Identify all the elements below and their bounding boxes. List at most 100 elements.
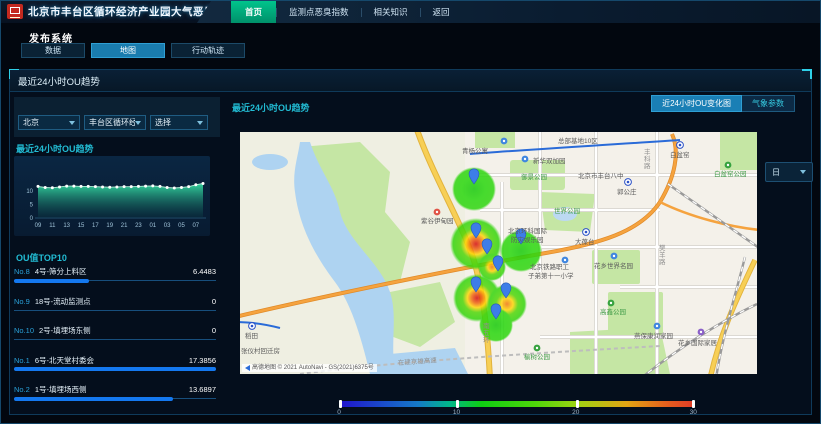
map-label: 稻田 <box>245 331 258 340</box>
nav-item-home[interactable]: 首页 <box>231 1 276 23</box>
rank-label: No.2 <box>14 385 30 394</box>
top5-item[interactable]: No.9 18号-流动监测点0 <box>14 294 216 324</box>
time-granularity-select[interactable]: 日 <box>765 162 813 182</box>
legend-tick: 30 <box>690 409 697 416</box>
svg-text:17: 17 <box>92 223 99 229</box>
site-name: 2号-填埋场东侧 <box>39 325 212 336</box>
value-bar <box>14 397 173 401</box>
rank-label: No.1 <box>14 356 30 365</box>
svg-text:23: 23 <box>135 223 142 229</box>
trend-chart-title: 最近24小时OU趋势 <box>16 142 94 155</box>
app-logo <box>7 4 23 19</box>
poi-icon-metro[interactable] <box>583 229 590 236</box>
map-section-title: 最近24小时OU趋势 <box>232 101 310 114</box>
map-label: 南五环 <box>483 321 490 344</box>
rank-label: No.9 <box>14 297 30 306</box>
top5-item[interactable]: No.16号-北天堂村委会17.3856 <box>14 353 216 383</box>
site-name: 18号-流动监测点 <box>35 296 212 307</box>
poi-icon-park[interactable] <box>725 162 732 169</box>
legend-tick: 10 <box>453 409 460 416</box>
weather-params-button[interactable]: 气象参数 <box>742 95 795 112</box>
district-select-value: 丰台区循环经济产… <box>89 117 135 128</box>
poi-icon-blue[interactable] <box>611 253 618 260</box>
site-name: 4号-筛分上料区 <box>35 266 193 277</box>
svg-text:13: 13 <box>63 223 70 229</box>
map-label: 御景公园 <box>521 172 547 181</box>
site-name: 6号-北天堂村委会 <box>35 355 189 366</box>
value-bar-track <box>14 280 216 281</box>
city-select[interactable]: 北京 <box>18 115 80 130</box>
map-label: 花乡国际家居 <box>678 338 718 347</box>
map-buttons: 近24小时OU变化图 气象参数 <box>651 95 795 112</box>
value-bar <box>14 367 216 371</box>
top5-item[interactable]: No.21号-填埋场西侧13.6897 <box>14 382 216 412</box>
legend-marker <box>339 400 342 408</box>
poi-icon-purple[interactable] <box>698 329 705 336</box>
map-label: 青杨公寓 <box>462 146 488 155</box>
rank-label: No.10 <box>14 326 34 335</box>
top5-item[interactable]: No.102号-填埋场东侧0 <box>14 323 216 353</box>
view-tabs: 数据 地图 行动轨迹 <box>21 43 245 58</box>
poi-icon-park[interactable] <box>608 300 615 307</box>
chevron-down-icon <box>197 121 203 125</box>
poi-icon-metro[interactable] <box>677 142 684 149</box>
district-select[interactable]: 丰台区循环经济产… <box>84 115 146 130</box>
map-label: 子弟第十一小学 <box>528 271 574 280</box>
svg-text:10: 10 <box>26 189 33 195</box>
top5-title: OU值TOP10 <box>16 251 67 264</box>
map-container[interactable]: 青杨公寓总部基地10区新华双加园御景公园北京市丰台八中郭公庄白盆窑白盆窑公园丰科… <box>240 132 757 374</box>
svg-text:03: 03 <box>164 223 171 229</box>
map-attribution: 高德地图 © 2021 AutoNavi - GS(2021)6375号 <box>242 364 377 372</box>
legend-gradient-bar <box>339 401 695 407</box>
legend-marker <box>692 400 695 408</box>
svg-text:09: 09 <box>35 223 42 229</box>
poi-icon-blue[interactable] <box>501 138 508 145</box>
ou-value: 0 <box>212 297 216 306</box>
site-select[interactable]: 选择 <box>150 115 208 130</box>
legend-tick: 20 <box>572 409 579 416</box>
poi-icon-blue[interactable] <box>522 156 529 163</box>
value-bar-track <box>14 398 216 399</box>
map-label: 樊羊路 <box>659 243 666 266</box>
legend-ticks: 0 10 20 30 <box>339 409 695 419</box>
legend-marker <box>456 400 459 408</box>
map-label: 总部基地10区 <box>558 136 598 145</box>
attribution-text: 高德地图 © 2021 AutoNavi - GS(2021)6375号 <box>252 364 374 372</box>
dashboard-root: 北京市丰台区循环经济产业园大气恶臭状况实时 首页 监测点恶臭指数 相关知识 返回… <box>0 0 821 424</box>
legend-tick: 0 <box>337 409 341 416</box>
svg-text:15: 15 <box>78 223 85 229</box>
top-header: 北京市丰台区循环经济产业园大气恶臭状况实时 首页 监测点恶臭指数 相关知识 返回 <box>1 1 820 23</box>
poi-icon-metro[interactable] <box>625 179 632 186</box>
nav-item-knowledge[interactable]: 相关知识 <box>362 1 420 23</box>
rank-label: No.8 <box>14 267 30 276</box>
city-select-value: 北京 <box>23 117 39 128</box>
top5-item[interactable]: No.84号-筛分上料区6.4483 <box>14 264 216 294</box>
map-label: 北京环科国际 <box>508 226 548 235</box>
legend-marker <box>576 400 579 408</box>
map-canvas[interactable]: 青杨公寓总部基地10区新华双加园御景公园北京市丰台八中郭公庄白盆窑白盆窑公园丰科… <box>240 132 757 374</box>
value-bar-track <box>14 339 216 340</box>
site-select-value: 选择 <box>155 117 171 128</box>
svg-text:0: 0 <box>30 216 34 222</box>
tab-map[interactable]: 地图 <box>91 43 165 58</box>
poi-icon-blue[interactable] <box>654 323 661 330</box>
map-label: 高鑫公园 <box>600 307 626 316</box>
poi-icon-red[interactable] <box>434 209 441 216</box>
map-label: 榆树公园 <box>524 352 550 361</box>
map-label: 丰科路 <box>644 147 651 170</box>
main-panel: 最近24小时OU趋势 北京 丰台区循环经济产… 选择 最近24小时OU趋势 <box>9 69 812 415</box>
time-select-value: 日 <box>772 167 780 178</box>
poi-icon-park[interactable] <box>534 345 541 352</box>
map-label: 花乡世界名园 <box>594 261 633 270</box>
ou-change-map-button[interactable]: 近24小时OU变化图 <box>651 95 742 112</box>
nav-item-odor-index[interactable]: 监测点恶臭指数 <box>277 1 361 23</box>
poi-icon-blue[interactable] <box>562 257 569 264</box>
tab-track[interactable]: 行动轨迹 <box>171 43 245 58</box>
svg-text:21: 21 <box>121 223 128 229</box>
map-label: 北京市丰台八中 <box>578 171 624 180</box>
left-sidebar: 北京 丰台区循环经济产… 选择 最近24小时OU趋势 0510091113151 <box>14 96 220 410</box>
tab-data[interactable]: 数据 <box>21 43 85 58</box>
poi-icon-metro[interactable] <box>249 323 256 330</box>
map-label: 白盆窑 <box>670 150 690 159</box>
nav-item-back[interactable]: 返回 <box>421 1 462 23</box>
